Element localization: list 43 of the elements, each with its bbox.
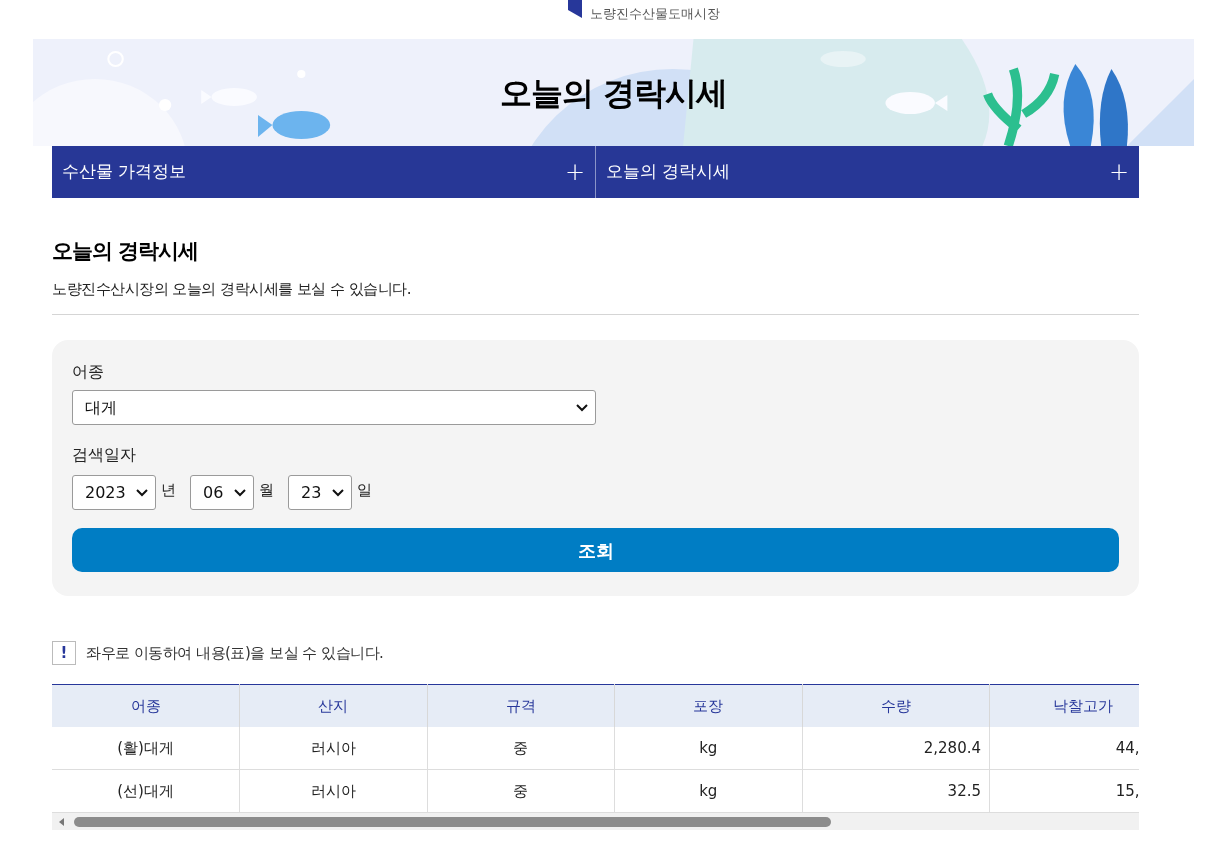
date-select[interactable]: 2023 xyxy=(72,475,156,510)
table-cell: 러시아 xyxy=(239,726,427,770)
table-cell: (선)대게 xyxy=(52,769,240,813)
nav-dropdown[interactable]: 수산물 가격정보 + xyxy=(52,146,595,198)
logo-icon xyxy=(567,0,582,18)
table-cell: 32.5 xyxy=(802,769,990,813)
date-label: 검색일자 xyxy=(72,444,136,466)
date-select[interactable]: 23 xyxy=(288,475,352,510)
horizontal-scrollbar[interactable] xyxy=(52,813,1139,830)
column-header: 포장 xyxy=(614,684,802,727)
column-header: 어종 xyxy=(52,684,240,727)
chevron-down-icon xyxy=(234,488,246,497)
table-cell: 2,280.4 xyxy=(802,726,990,770)
scrollbar-thumb[interactable] xyxy=(74,816,831,827)
table-cell: 44, xyxy=(989,726,1139,770)
column-header: 산지 xyxy=(239,684,427,727)
date-select[interactable]: 06 xyxy=(190,475,254,510)
section-description: 노량진수산시장의 오늘의 경락시세를 보실 수 있습니다. xyxy=(52,277,1139,315)
table-cell: kg xyxy=(614,769,802,813)
species-label: 어종 xyxy=(72,361,104,383)
table-cell: kg xyxy=(614,726,802,770)
banner-title: 오늘의 경락시세 xyxy=(499,72,728,114)
column-header: 수량 xyxy=(802,684,990,727)
chevron-down-icon xyxy=(576,403,588,412)
chevron-down-icon xyxy=(136,488,148,497)
search-button[interactable]: 조회 xyxy=(72,528,1119,572)
table-cell: (활)대게 xyxy=(52,726,240,770)
column-header: 낙찰고가 xyxy=(989,684,1139,727)
column-header: 규격 xyxy=(427,684,615,727)
table-cell: 러시아 xyxy=(239,769,427,813)
date-unit: 월 xyxy=(259,480,274,501)
species-select[interactable]: 대게 xyxy=(72,390,596,425)
date-unit: 년 xyxy=(161,480,176,501)
chevron-down-icon xyxy=(332,488,344,497)
table-cell: 중 xyxy=(427,769,615,813)
nav-dropdown[interactable]: 오늘의 경락시세 + xyxy=(595,146,1139,198)
notice-text: 좌우로 이동하여 내용(표)을 보실 수 있습니다. xyxy=(86,642,384,664)
date-unit: 일 xyxy=(357,480,372,501)
table-cell: 15, xyxy=(989,769,1139,813)
section-title: 오늘의 경락시세 xyxy=(52,238,200,265)
table-cell: 중 xyxy=(427,726,615,770)
logo-text: 노량진수산물도매시장 xyxy=(589,5,720,23)
notice-icon: ! xyxy=(52,641,76,665)
